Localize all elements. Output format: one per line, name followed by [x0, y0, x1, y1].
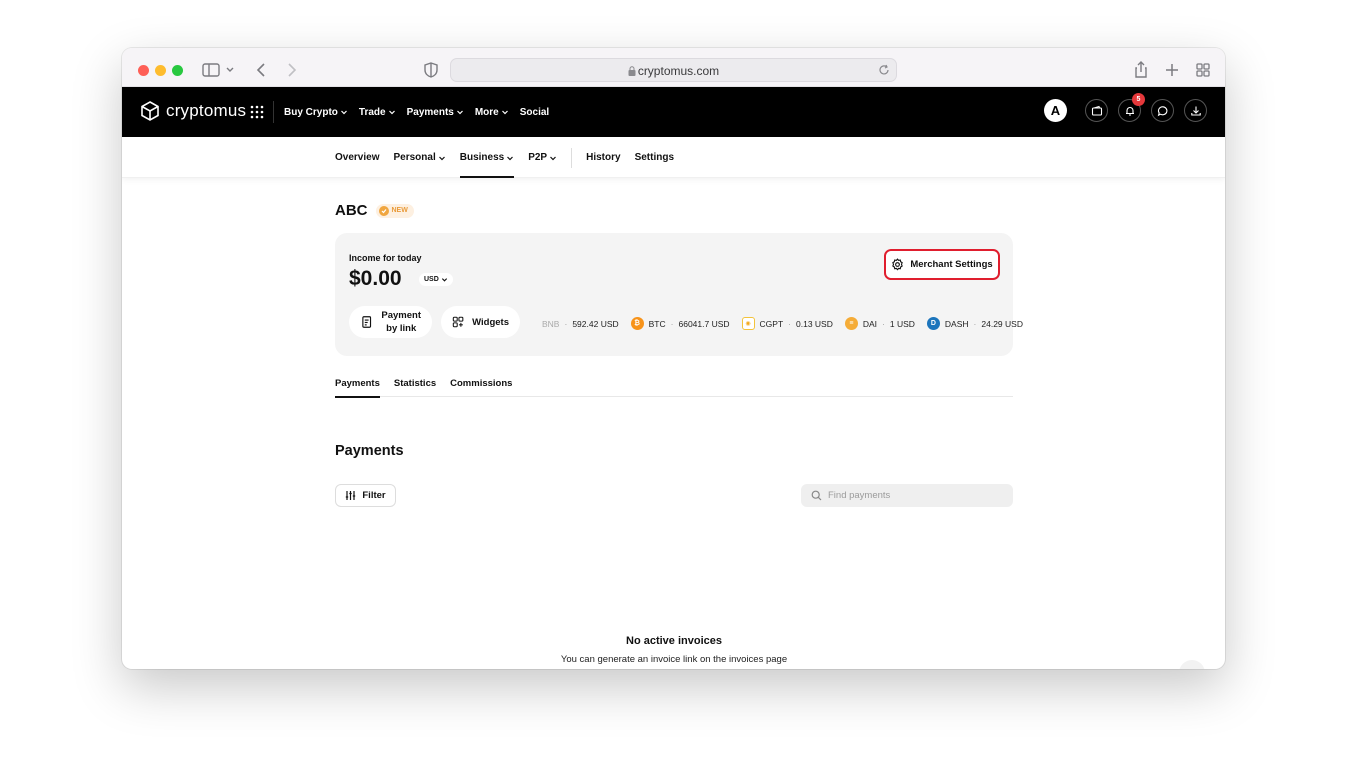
search-box[interactable] — [801, 484, 1013, 507]
currency-select[interactable]: USD — [419, 273, 453, 286]
dai-coin-icon: ≡ — [844, 317, 858, 330]
browser-toolbar: cryptomus.com — [122, 48, 1225, 87]
chevron-down-icon — [456, 108, 464, 116]
address-bar[interactable]: cryptomus.com — [450, 58, 897, 82]
wallet-icon — [1091, 105, 1102, 116]
btc-coin-icon: ₿ — [630, 317, 644, 330]
new-badge: NEW — [375, 203, 414, 218]
back-icon[interactable] — [251, 59, 273, 81]
logo[interactable]: cryptomus — [140, 100, 246, 122]
forward-icon[interactable] — [280, 59, 302, 81]
top-nav: Buy Crypto Trade Payments More Social — [284, 87, 549, 137]
cgpt-coin-icon: ◉ — [741, 317, 755, 330]
download-icon — [1190, 106, 1201, 116]
dash-coin-icon: D — [926, 317, 940, 330]
notification-badge: 5 — [1132, 93, 1145, 106]
bell-icon — [1125, 106, 1134, 116]
chat-bubble-icon — [1157, 105, 1167, 116]
support-fab[interactable] — [1179, 660, 1205, 669]
ticker-item-dash: D DASH · 24.29 USD — [926, 317, 1023, 330]
nav-social[interactable]: Social — [520, 107, 549, 118]
empty-state-subtitle: You can generate an invoice link on the … — [560, 654, 788, 665]
check-icon — [378, 205, 389, 216]
income-value: $0.00 — [349, 267, 402, 290]
notifications-button[interactable]: 5 — [1118, 93, 1145, 122]
tab-commissions[interactable]: Commissions — [450, 378, 512, 397]
empty-state-title: No active invoices — [626, 635, 722, 647]
subnav-settings[interactable]: Settings — [635, 137, 674, 178]
chevron-down-icon — [501, 108, 509, 116]
reload-icon[interactable] — [877, 63, 891, 77]
lock-icon — [628, 65, 636, 76]
tab-payments[interactable]: Payments — [335, 378, 380, 398]
browser-window: cryptomus.com cryptomus Buy Crypto Trade — [122, 48, 1225, 669]
merchant-tabs: Payments Statistics Commissions — [335, 378, 1013, 398]
tab-overview-icon[interactable] — [1192, 59, 1214, 81]
chevron-down-icon[interactable] — [224, 59, 236, 81]
address-text: cryptomus.com — [451, 64, 896, 78]
avatar[interactable]: A — [1044, 99, 1067, 122]
url-text: cryptomus.com — [637, 64, 720, 78]
merchant-heading: ABC NEW — [335, 202, 414, 219]
share-icon[interactable] — [1130, 59, 1152, 81]
sidebar-toggle-icon[interactable] — [200, 59, 222, 81]
minimize-window-button[interactable] — [155, 65, 166, 76]
income-label: Income for today — [349, 253, 422, 263]
merchant-settings-button[interactable]: Merchant Settings — [884, 249, 1000, 280]
widgets-button[interactable]: Widgets — [441, 306, 520, 338]
ticker-item-dai: ≡ DAI · 1 USD — [844, 317, 915, 330]
ticker-item-btc: ₿ BTC · 66041.7 USD — [630, 317, 730, 330]
chevron-down-icon — [438, 154, 446, 162]
filter-button[interactable]: Filter — [335, 484, 396, 507]
payments-title: Payments — [335, 443, 404, 459]
payment-by-link-button[interactable]: Payment by link — [349, 306, 432, 338]
nav-trade[interactable]: Trade — [359, 107, 396, 118]
subnav-overview[interactable]: Overview — [335, 137, 379, 178]
header-divider — [273, 101, 274, 123]
close-window-button[interactable] — [138, 65, 149, 76]
sub-nav: Overview Personal Business P2P History S… — [122, 137, 1225, 178]
sliders-icon — [346, 491, 356, 500]
search-icon — [811, 490, 822, 501]
subnav-personal[interactable]: Personal — [393, 137, 445, 178]
privacy-shield-icon[interactable] — [420, 59, 442, 81]
chevron-down-icon — [441, 276, 448, 283]
zoom-window-button[interactable] — [172, 65, 183, 76]
nav-buy-crypto[interactable]: Buy Crypto — [284, 107, 348, 118]
tab-statistics[interactable]: Statistics — [394, 378, 436, 397]
download-button[interactable] — [1184, 99, 1207, 122]
nav-payments[interactable]: Payments — [407, 107, 464, 118]
chevron-down-icon — [549, 154, 557, 162]
apps-grid-icon[interactable] — [250, 105, 264, 119]
subnav-p2p[interactable]: P2P — [528, 137, 557, 178]
subnav-history[interactable]: History — [586, 137, 620, 178]
ticker-item-bnb: BNB · 592.42 USD — [542, 318, 619, 329]
gear-icon — [892, 258, 904, 271]
wallet-button[interactable] — [1085, 99, 1108, 122]
cube-logo-icon — [141, 101, 159, 121]
nav-more[interactable]: More — [475, 107, 509, 118]
price-ticker: BNB · 592.42 USD ₿ BTC · 66041.7 USD ◉ CGPT ·… — [542, 317, 1023, 330]
merchant-name: ABC — [335, 202, 368, 219]
invoice-icon — [362, 316, 372, 328]
chevron-down-icon — [506, 154, 514, 162]
site-header: cryptomus Buy Crypto Trade Payments More… — [122, 87, 1225, 137]
chevron-down-icon — [340, 108, 348, 116]
ticker-item-cgpt: ◉ CGPT · 0.13 USD — [741, 317, 833, 330]
income-card: Income for today $0.00 USD Merchant Sett… — [335, 233, 1023, 356]
widgets-icon — [452, 316, 464, 328]
new-tab-icon[interactable] — [1161, 59, 1183, 81]
search-input[interactable] — [828, 490, 998, 501]
header-actions: A 5 — [1044, 93, 1207, 122]
subnav-business[interactable]: Business — [459, 137, 515, 178]
chat-button[interactable] — [1151, 99, 1174, 122]
chevron-down-icon — [388, 108, 396, 116]
subnav-divider — [571, 147, 573, 168]
logo-text: cryptomus — [166, 101, 247, 120]
